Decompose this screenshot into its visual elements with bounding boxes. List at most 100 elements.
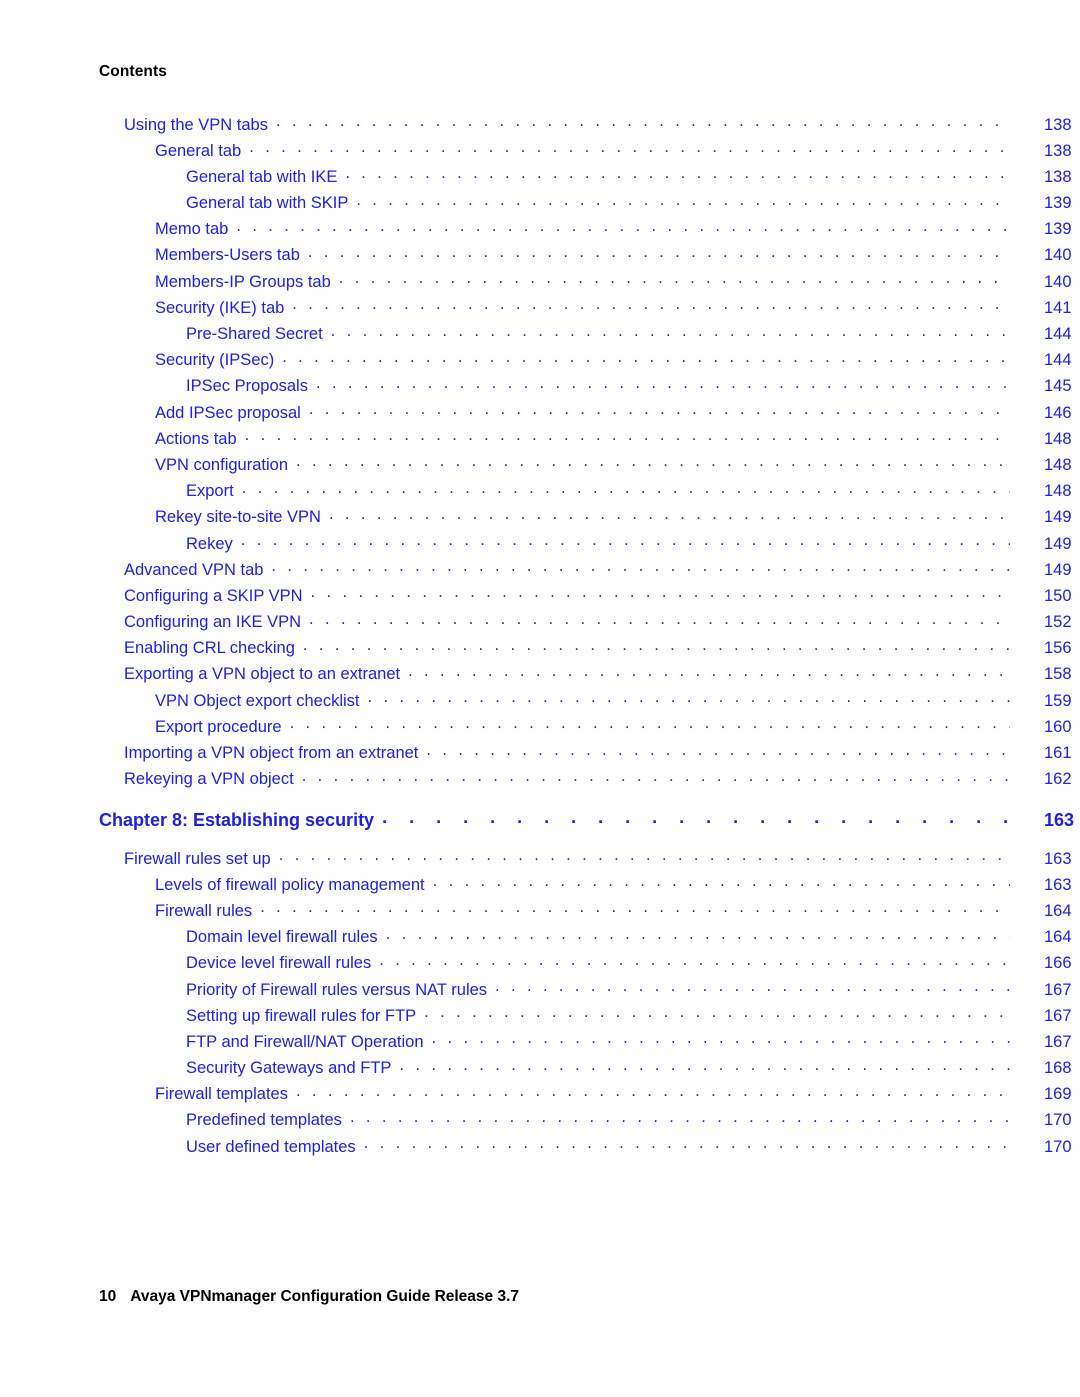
toc-entry[interactable]: Export procedure 160 xyxy=(0,715,1080,741)
dot-leader xyxy=(309,401,1010,418)
toc-entry-title: Members-IP Groups tab xyxy=(155,272,331,291)
toc-entry-title: Export xyxy=(186,482,234,501)
toc-entry-title: Export procedure xyxy=(155,717,282,736)
dot-leader xyxy=(271,558,1010,575)
toc-entry-title: Rekeying a VPN object xyxy=(124,770,294,789)
toc-entry[interactable]: Security (IKE) tab 141 xyxy=(0,296,1080,322)
toc-entry-title: Levels of firewall policy management xyxy=(155,875,425,894)
toc-entry[interactable]: Enabling CRL checking 156 xyxy=(0,637,1080,663)
toc-entry[interactable]: Firewall rules 164 xyxy=(0,899,1080,925)
toc-entry-title: Security Gateways and FTP xyxy=(186,1059,392,1078)
toc-entry[interactable]: Members-Users tab 140 xyxy=(0,244,1080,270)
toc-entry[interactable]: Actions tab 148 xyxy=(0,427,1080,453)
dot-leader xyxy=(296,453,1010,470)
dot-leader xyxy=(339,270,1010,287)
dot-leader xyxy=(379,952,1010,969)
toc-entry[interactable]: Configuring a SKIP VPN 150 xyxy=(0,584,1080,610)
toc-chapter-entry[interactable]: Chapter 8: Establishing security 163 xyxy=(0,808,1080,834)
toc-entry[interactable]: User defined templates 170 xyxy=(0,1135,1080,1161)
document-page: Contents Using the VPN tabs138General ta… xyxy=(0,0,1080,1397)
toc-entry-page-number: 169 xyxy=(1044,1085,1072,1104)
toc-entry-page-number: 149 xyxy=(1044,508,1072,527)
dot-leader xyxy=(329,506,1010,523)
toc-entry[interactable]: Using the VPN tabs 138 xyxy=(0,113,1080,139)
toc-entry-title: Enabling CRL checking xyxy=(124,639,295,658)
toc-entry[interactable]: Predefined templates 170 xyxy=(0,1109,1080,1135)
toc-entry[interactable]: General tab with SKIP 139 xyxy=(0,192,1080,218)
toc-entry-title: VPN configuration xyxy=(155,455,288,474)
toc-entry[interactable]: IPSec Proposals 145 xyxy=(0,375,1080,401)
toc-entry[interactable]: Exporting a VPN object to an extranet 158 xyxy=(0,663,1080,689)
toc-entry[interactable]: VPN configuration 148 xyxy=(0,453,1080,479)
toc-entry-title: General tab xyxy=(155,141,242,160)
dot-leader xyxy=(276,113,1010,130)
toc-entry[interactable]: Priority of Firewall rules versus NAT ru… xyxy=(0,978,1080,1004)
toc-entry[interactable]: FTP and Firewall/NAT Operation 167 xyxy=(0,1030,1080,1056)
toc-entry-title: Domain level firewall rules xyxy=(186,928,378,947)
toc-entry[interactable]: Export 148 xyxy=(0,480,1080,506)
toc-entry-title: Rekey xyxy=(186,534,233,553)
toc-entry-title: General tab with IKE xyxy=(186,167,338,186)
toc-entry[interactable]: Levels of firewall policy management 163 xyxy=(0,873,1080,899)
toc-entry[interactable]: Importing a VPN object from an extranet 1… xyxy=(0,742,1080,768)
toc-entry-page-number: 164 xyxy=(1044,928,1072,947)
toc-entry-title: Device level firewall rules xyxy=(186,954,372,973)
toc-entry[interactable]: Security Gateways and FTP 168 xyxy=(0,1057,1080,1083)
toc-entry[interactable]: Setting up firewall rules for FTP 167 xyxy=(0,1004,1080,1030)
toc-entry[interactable]: Rekey 149 xyxy=(0,532,1080,558)
toc-entry[interactable]: Firewall templates 169 xyxy=(0,1083,1080,1109)
dot-leader xyxy=(311,584,1010,601)
toc-entry-title: Pre-Shared Secret xyxy=(186,325,323,343)
dot-leader xyxy=(290,715,1010,732)
toc-entry[interactable]: Security (IPSec) 144 xyxy=(0,349,1080,375)
toc-entry[interactable]: Rekeying a VPN object 162 xyxy=(0,768,1080,794)
toc-entry-page-number: 158 xyxy=(1044,665,1072,684)
toc-entry-title: Chapter 8: Establishing security xyxy=(99,809,375,830)
running-head-contents: Contents xyxy=(99,63,167,80)
toc-entry-page-number: 161 xyxy=(1044,744,1072,762)
toc-entry[interactable]: Configuring an IKE VPN 152 xyxy=(0,611,1080,637)
toc-entry[interactable]: Members-IP Groups tab 140 xyxy=(0,270,1080,296)
toc-entry-title: Predefined templates xyxy=(186,1111,342,1130)
toc-entry[interactable]: Advanced VPN tab 149 xyxy=(0,558,1080,584)
toc-entry-title: Configuring a SKIP VPN xyxy=(124,586,303,605)
dot-leader xyxy=(433,873,1010,890)
dot-leader xyxy=(399,1057,1010,1074)
toc-entry[interactable]: General tab 138 xyxy=(0,139,1080,165)
footer-page-number: 10 xyxy=(99,1288,117,1305)
toc-entry-title: Firewall rules set up xyxy=(124,849,271,868)
dot-leader xyxy=(309,611,1010,628)
toc-entry-title: Priority of Firewall rules versus NAT ru… xyxy=(186,980,488,999)
toc-entry-page-number: 138 xyxy=(1044,167,1072,186)
dot-leader xyxy=(303,637,1010,654)
dot-leader xyxy=(356,192,1010,209)
toc-entry[interactable]: Pre-Shared Secret 144 xyxy=(0,323,1080,349)
toc-entry[interactable]: Add IPSec proposal 146 xyxy=(0,401,1080,427)
toc-entry-title: Actions tab xyxy=(155,429,237,448)
toc-entry[interactable]: Domain level firewall rules 164 xyxy=(0,926,1080,952)
toc-entry[interactable]: Rekey site-to-site VPN 149 xyxy=(0,506,1080,532)
toc-entry-page-number: 167 xyxy=(1044,980,1072,999)
toc-entry[interactable]: Memo tab 139 xyxy=(0,218,1080,244)
dot-leader xyxy=(242,480,1010,497)
toc-entry-title: Firewall rules xyxy=(155,901,253,920)
toc-entry[interactable]: General tab with IKE 138 xyxy=(0,165,1080,191)
toc-entry[interactable]: VPN Object export checklist 159 xyxy=(0,689,1080,715)
toc-entry-page-number: 148 xyxy=(1044,482,1072,501)
dot-leader xyxy=(236,218,1010,235)
table-of-contents: Using the VPN tabs138General tab138Gener… xyxy=(0,113,1080,1161)
toc-entry-title: Configuring an IKE VPN xyxy=(124,613,302,632)
toc-entry[interactable]: Device level firewall rules 166 xyxy=(0,952,1080,978)
dot-leader xyxy=(424,1004,1010,1021)
dot-leader xyxy=(292,296,1010,313)
dot-leader xyxy=(302,768,1010,785)
dot-leader xyxy=(282,349,1010,366)
toc-entry-title: Security (IPSec) xyxy=(155,351,275,370)
toc-entry-page-number: 167 xyxy=(1044,1032,1072,1051)
toc-entry-title: Setting up firewall rules for FTP xyxy=(186,1006,417,1025)
toc-entry-title: Firewall templates xyxy=(155,1085,288,1104)
toc-entry-title: Memo tab xyxy=(155,220,229,239)
toc-entry-page-number: 159 xyxy=(1044,691,1072,710)
toc-entry[interactable]: Firewall rules set up 163 xyxy=(0,847,1080,873)
dot-leader xyxy=(345,165,1010,182)
